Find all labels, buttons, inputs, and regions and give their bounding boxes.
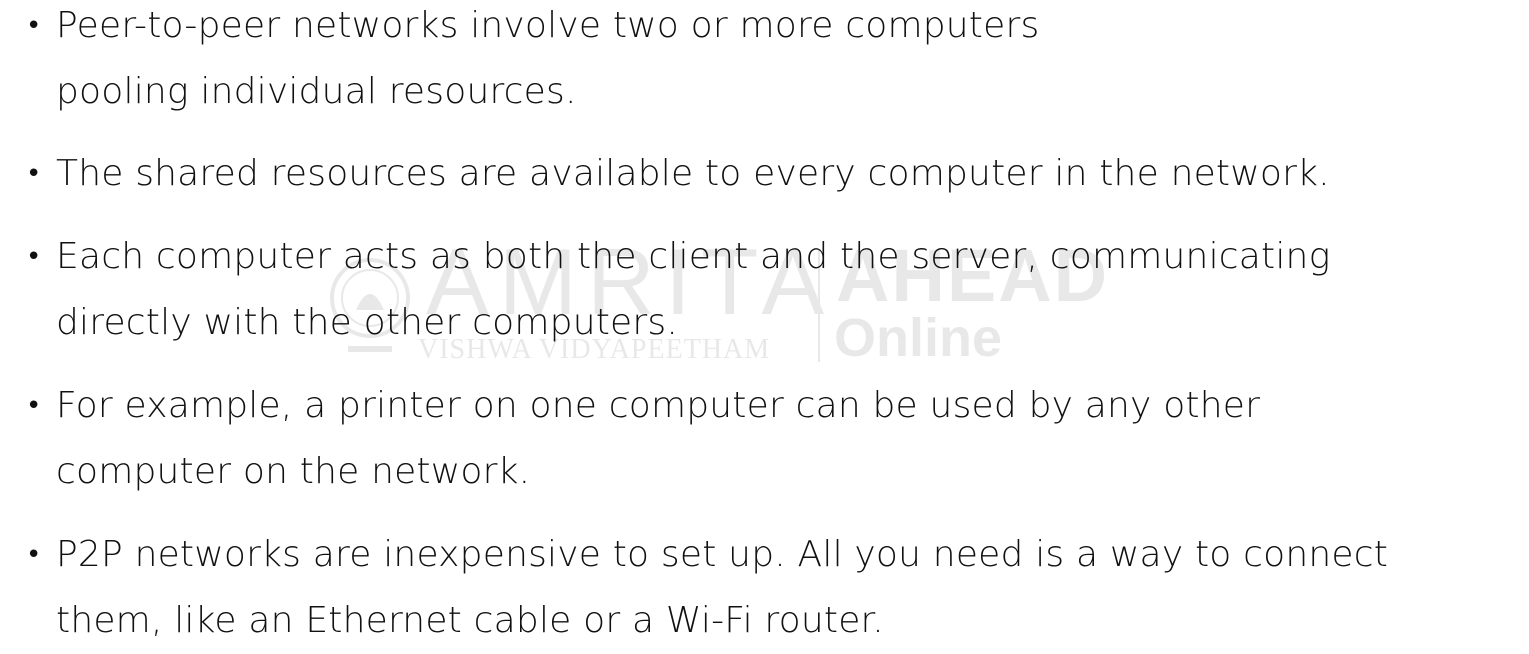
bullet-text: For example, a printer on one computer c… xyxy=(56,385,1261,492)
bullet-text: P2P networks are inexpensive to set up. … xyxy=(56,534,1389,641)
list-item: • Peer-to-peer networks involve two or m… xyxy=(26,0,1506,125)
list-item: • P2P networks are inexpensive to set up… xyxy=(26,522,1506,654)
bullet-icon: • xyxy=(26,391,42,421)
bullet-text: The shared resources are available to ev… xyxy=(56,153,1330,194)
slide: AMRITA VISHWA VIDYAPEETHAM AHEAD Online … xyxy=(0,0,1529,653)
bullet-text: Peer-to-peer networks involve two or mor… xyxy=(56,5,1040,112)
list-item: • For example, a printer on one computer… xyxy=(26,373,1506,505)
bullet-text: Each computer acts as both the client an… xyxy=(56,236,1331,343)
bullet-icon: • xyxy=(26,540,42,570)
bullet-icon: • xyxy=(26,242,42,272)
bullet-icon: • xyxy=(26,11,42,41)
list-item: • Each computer acts as both the client … xyxy=(26,224,1506,356)
list-item: • The shared resources are available to … xyxy=(26,141,1506,207)
bullet-icon: • xyxy=(26,159,42,189)
